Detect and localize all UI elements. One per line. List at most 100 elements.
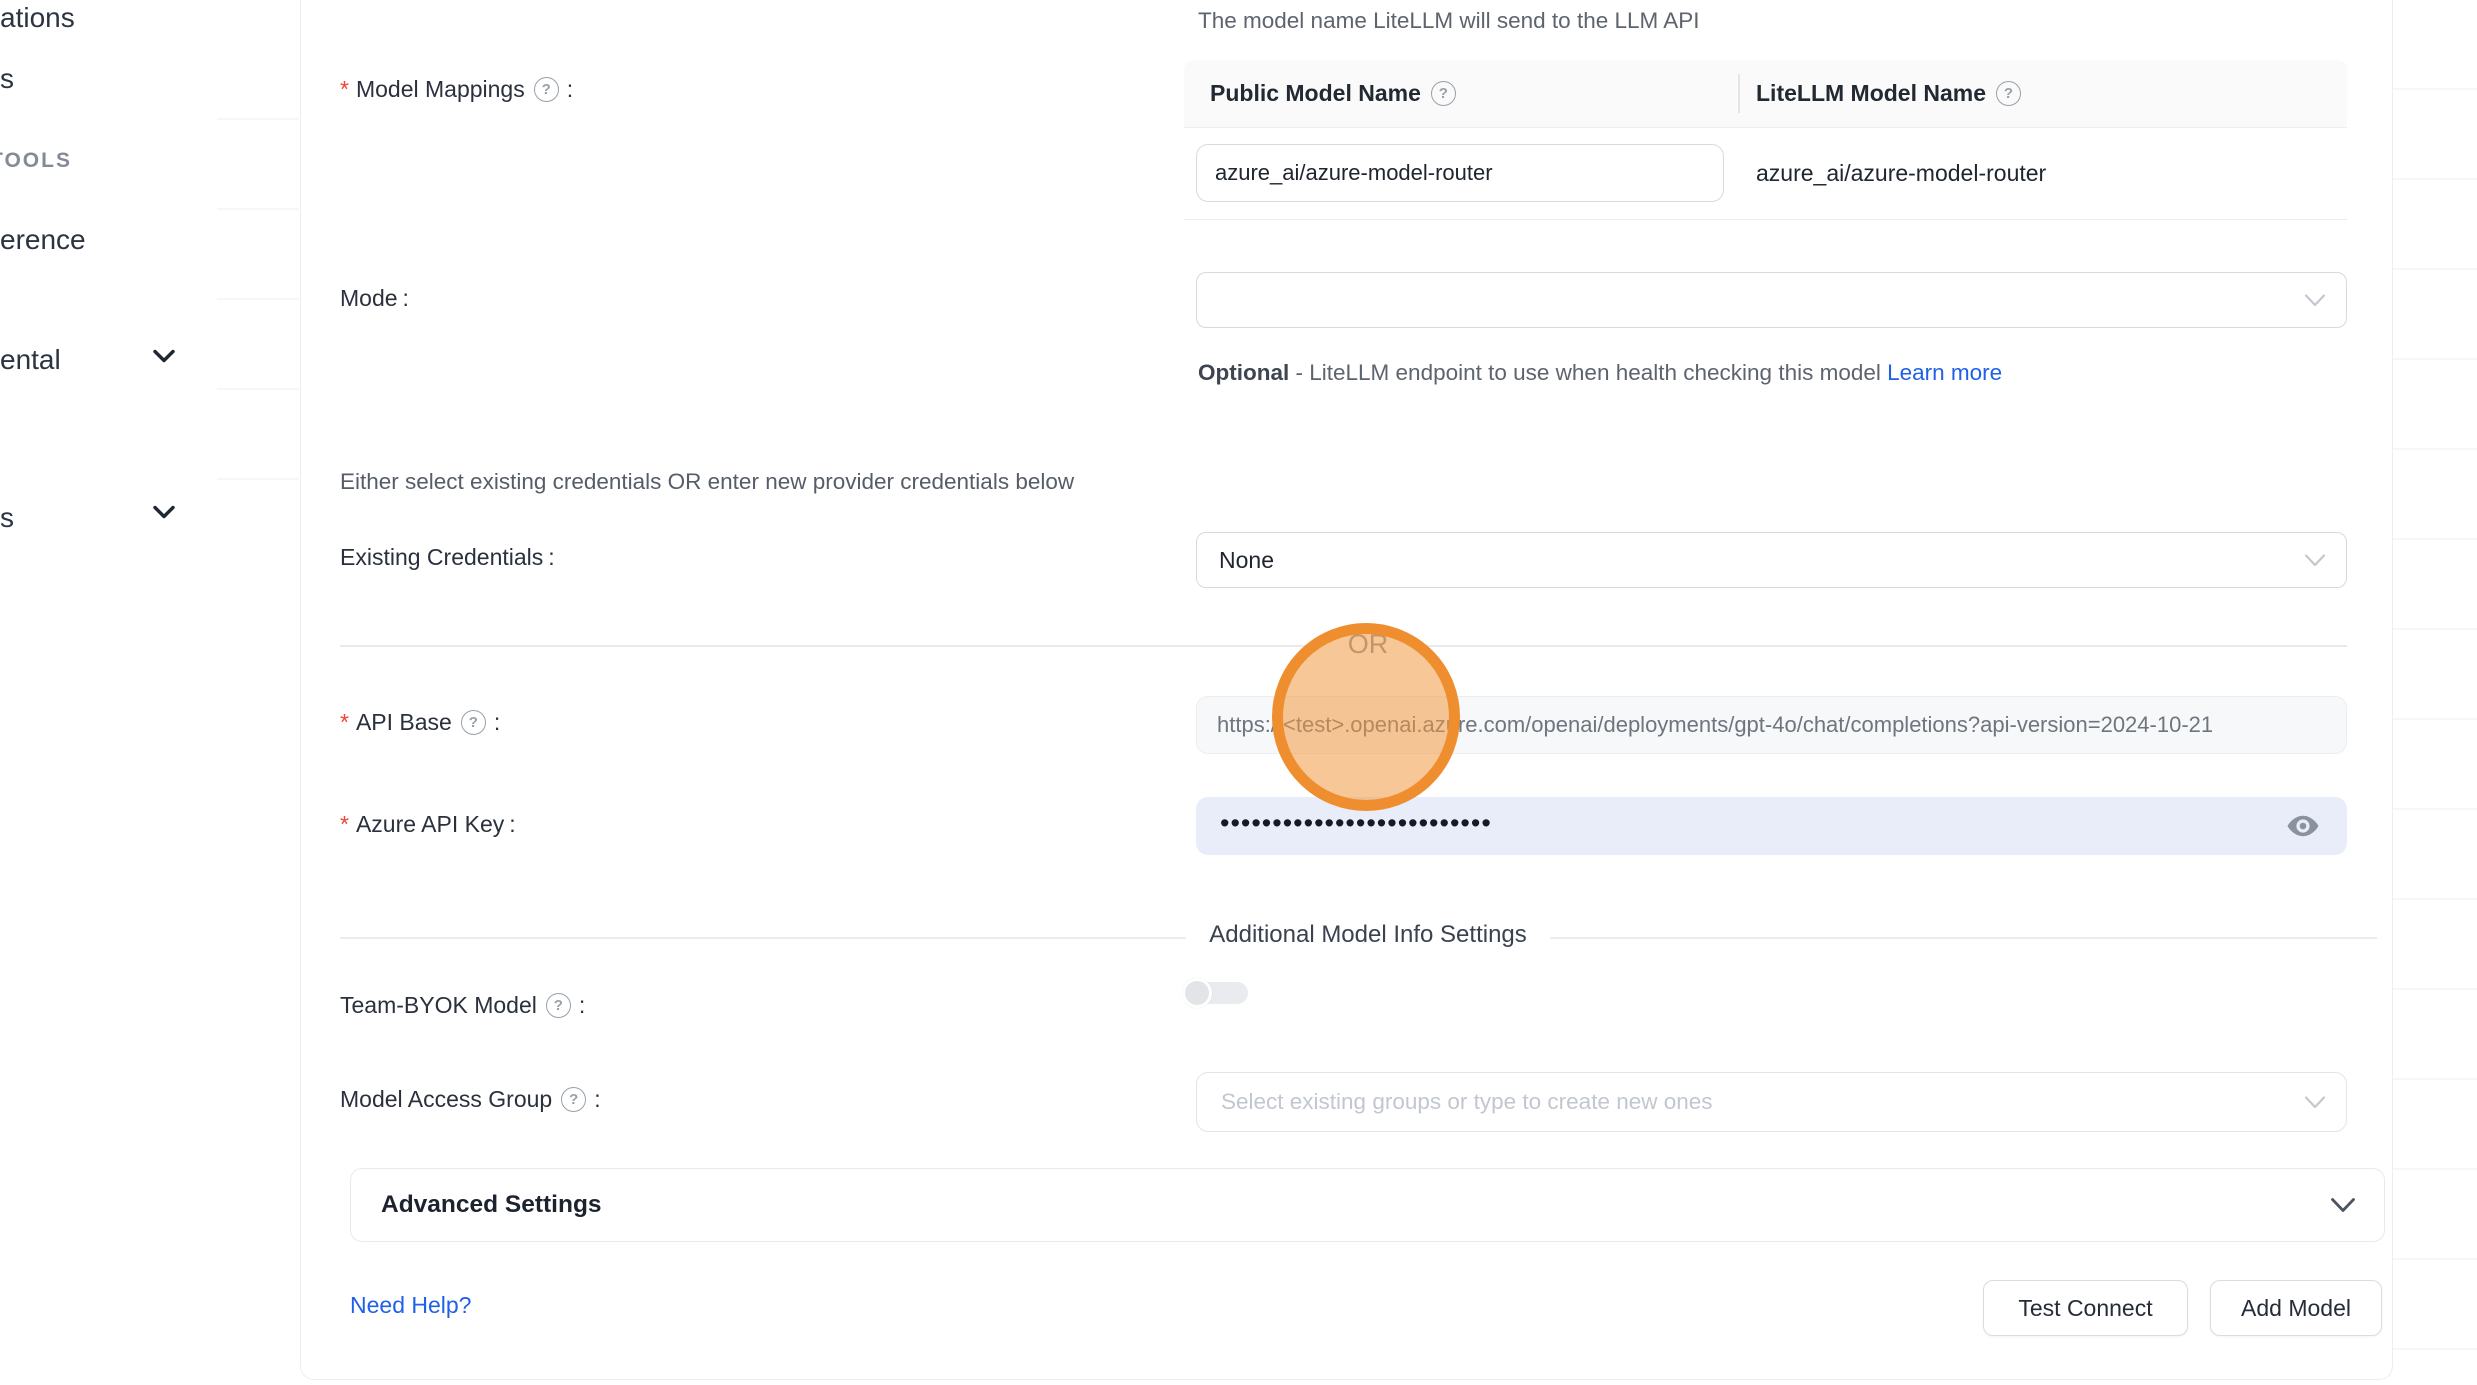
chevron-down-icon[interactable] bbox=[153, 505, 175, 525]
mode-hint: Optional - LiteLLM endpoint to use when … bbox=[1198, 352, 2030, 393]
help-icon[interactable]: ? bbox=[561, 1087, 586, 1112]
model-access-group-placeholder: Select existing groups or type to create… bbox=[1221, 1089, 1713, 1115]
learn-more-link[interactable]: Learn more bbox=[1887, 360, 2002, 385]
model-access-group-select[interactable]: Select existing groups or type to create… bbox=[1196, 1072, 2347, 1132]
team-byok-label: Team-BYOK Model ? : bbox=[340, 992, 585, 1019]
advanced-settings-panel[interactable]: Advanced Settings bbox=[350, 1168, 2385, 1242]
existing-credentials-label-text: Existing Credentials bbox=[340, 544, 543, 571]
or-divider-line-right bbox=[1422, 645, 2347, 647]
team-byok-label-text: Team-BYOK Model bbox=[340, 992, 537, 1019]
section-divider-label: Additional Model Info Settings bbox=[1186, 921, 1550, 949]
column-header-litellm-model-name: LiteLLM Model Name ? bbox=[1756, 80, 2024, 107]
test-connect-button[interactable]: Test Connect bbox=[1983, 1280, 2188, 1336]
sidebar-item-3[interactable]: erence bbox=[0, 224, 86, 256]
sidebar-section-label: TOOLS bbox=[0, 149, 72, 172]
model-name-hint: The model name LiteLLM will send to the … bbox=[1198, 6, 1700, 36]
mode-select[interactable] bbox=[1196, 272, 2347, 328]
label-colon: : bbox=[548, 544, 554, 571]
toggle-knob bbox=[1182, 978, 1212, 1008]
question-glyph: ? bbox=[554, 997, 563, 1014]
page-rows-right-gutter bbox=[2393, 0, 2477, 1385]
sidebar-item-2[interactable]: s bbox=[0, 63, 14, 95]
existing-credentials-value: None bbox=[1219, 547, 1274, 574]
sidebar-item-label: ations bbox=[0, 2, 75, 33]
section-divider-line-left bbox=[340, 937, 1186, 939]
sidebar-item-5[interactable]: s bbox=[0, 502, 14, 534]
sidebar-item-label: s bbox=[0, 502, 14, 533]
azure-api-key-label-text: Azure API Key bbox=[356, 811, 504, 838]
chevron-down-icon bbox=[2330, 1197, 2356, 1214]
chevron-down-icon bbox=[2304, 287, 2326, 314]
question-glyph: ? bbox=[2004, 85, 2013, 102]
label-colon: : bbox=[403, 285, 409, 312]
help-icon[interactable]: ? bbox=[1996, 81, 2021, 106]
api-base-label-text: API Base bbox=[356, 709, 452, 736]
column-header-public-model-name: Public Model Name ? bbox=[1210, 80, 1710, 107]
masked-key-value: •••••••••••••••••••••••••• bbox=[1220, 813, 1492, 833]
section-divider-line-right bbox=[1550, 937, 2377, 939]
question-glyph: ? bbox=[569, 1091, 578, 1108]
sidebar-section-tools: TOOLS bbox=[0, 149, 72, 173]
question-glyph: ? bbox=[1439, 85, 1448, 102]
page-rows-left-gutter bbox=[217, 30, 299, 500]
table-row: azure_ai/azure-model-router azure_ai/azu… bbox=[1184, 127, 2347, 220]
mode-hint-text: - LiteLLM endpoint to use when health ch… bbox=[1289, 360, 1887, 385]
column-header-text: Public Model Name bbox=[1210, 80, 1421, 107]
sidebar-item-label: ental bbox=[0, 344, 61, 375]
help-icon[interactable]: ? bbox=[1431, 81, 1456, 106]
model-mappings-table-header: Public Model Name ? LiteLLM Model Name ? bbox=[1184, 60, 2347, 128]
sidebar-item-label: erence bbox=[0, 224, 86, 255]
azure-api-key-label: * Azure API Key : bbox=[340, 811, 516, 838]
chevron-down-icon bbox=[2304, 1089, 2326, 1116]
question-glyph: ? bbox=[542, 81, 551, 98]
existing-credentials-select[interactable]: None bbox=[1196, 532, 2347, 588]
label-colon: : bbox=[494, 709, 500, 736]
eye-icon[interactable] bbox=[2281, 808, 2325, 844]
litellm-model-name-value: azure_ai/azure-model-router bbox=[1756, 127, 2046, 219]
required-asterisk: * bbox=[340, 709, 349, 736]
add-model-label: Add Model bbox=[2241, 1295, 2351, 1322]
label-colon: : bbox=[594, 1086, 600, 1113]
chevron-down-icon bbox=[2304, 547, 2326, 574]
api-base-label: * API Base ? : bbox=[340, 709, 500, 736]
column-divider bbox=[1738, 74, 1740, 113]
required-asterisk: * bbox=[340, 76, 349, 103]
advanced-settings-title: Advanced Settings bbox=[381, 1191, 2330, 1219]
team-byok-toggle[interactable] bbox=[1182, 978, 1252, 1008]
azure-api-key-input[interactable]: •••••••••••••••••••••••••• bbox=[1196, 797, 2347, 855]
model-mappings-label-text: Model Mappings bbox=[356, 76, 525, 103]
required-asterisk: * bbox=[340, 811, 349, 838]
public-model-name-input[interactable]: azure_ai/azure-model-router bbox=[1196, 144, 1724, 202]
litellm-model-name-text: azure_ai/azure-model-router bbox=[1756, 160, 2046, 187]
need-help-link[interactable]: Need Help? bbox=[350, 1292, 471, 1319]
help-icon[interactable]: ? bbox=[461, 710, 486, 735]
or-divider-line-left bbox=[340, 645, 1314, 647]
help-icon[interactable]: ? bbox=[534, 77, 559, 102]
api-base-value: https://<test>.openai.azure.com/openai/d… bbox=[1217, 712, 2213, 738]
sidebar-item-1[interactable]: ations bbox=[0, 2, 75, 34]
model-access-group-label-text: Model Access Group bbox=[340, 1086, 552, 1113]
test-connect-label: Test Connect bbox=[2018, 1295, 2152, 1322]
column-header-text: LiteLLM Model Name bbox=[1756, 80, 1986, 107]
mode-label-text: Mode bbox=[340, 285, 398, 312]
label-colon: : bbox=[567, 76, 573, 103]
credentials-note: Either select existing credentials OR en… bbox=[340, 467, 1074, 497]
label-colon: : bbox=[579, 992, 585, 1019]
sidebar-item-4[interactable]: ental bbox=[0, 344, 61, 376]
question-glyph: ? bbox=[469, 714, 478, 731]
chevron-down-icon[interactable] bbox=[153, 349, 175, 369]
mode-label: Mode : bbox=[340, 285, 409, 312]
public-model-name-value: azure_ai/azure-model-router bbox=[1215, 160, 1493, 186]
add-model-button[interactable]: Add Model bbox=[2210, 1280, 2382, 1336]
add-model-screen: ations s TOOLS erence ental s The model … bbox=[0, 0, 2477, 1385]
model-mappings-table: Public Model Name ? LiteLLM Model Name ?… bbox=[1184, 60, 2347, 219]
mode-hint-optional: Optional bbox=[1198, 360, 1289, 385]
model-access-group-label: Model Access Group ? : bbox=[340, 1086, 601, 1113]
help-icon[interactable]: ? bbox=[546, 993, 571, 1018]
model-mappings-label: * Model Mappings ? : bbox=[340, 76, 573, 103]
or-divider-label: OR bbox=[1314, 629, 1422, 660]
api-base-input[interactable]: https://<test>.openai.azure.com/openai/d… bbox=[1196, 696, 2347, 754]
label-colon: : bbox=[509, 811, 515, 838]
sidebar-item-label: s bbox=[0, 63, 14, 94]
existing-credentials-label: Existing Credentials : bbox=[340, 544, 555, 571]
